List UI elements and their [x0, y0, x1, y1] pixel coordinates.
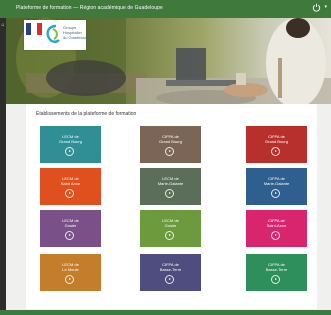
tile-label-line2: Grand Bourg: [59, 139, 82, 144]
play-icon[interactable]: [65, 275, 74, 284]
play-icon[interactable]: [165, 147, 174, 156]
tile-label-line2: Le Moule: [62, 267, 79, 272]
bottom-bar: [0, 310, 331, 315]
establishment-tile[interactable]: LECM de Gosier: [140, 210, 201, 247]
chevron-down-icon[interactable]: ▾: [324, 4, 327, 10]
republic-flag-icon: [26, 23, 42, 35]
tile-label-line2: Basse-Terre: [159, 267, 182, 272]
play-icon[interactable]: [271, 275, 280, 284]
play-icon[interactable]: [65, 189, 74, 198]
establishment-tile[interactable]: LECM de Saint Anne: [40, 168, 101, 205]
establishment-tile[interactable]: CIFPA de Basse-Terre: [246, 254, 307, 291]
play-icon[interactable]: [65, 231, 74, 240]
play-icon[interactable]: [271, 147, 280, 156]
establishment-tile[interactable]: CIFPA de Grand Bourg: [246, 126, 307, 163]
tile-label-line2: Grand Bourg: [159, 139, 182, 144]
establishment-tile[interactable]: LECM de Gosier: [40, 210, 101, 247]
establishment-tile[interactable]: LECM de Marie-Galante: [140, 168, 201, 205]
logo-swirl-icon: [46, 24, 60, 43]
tile-label-line2: Grand Bourg: [265, 139, 288, 144]
establishment-tile[interactable]: CIFPA de Basse-Terre: [140, 254, 201, 291]
play-icon[interactable]: [65, 147, 74, 156]
tile-label-line2: Basse-Terre: [265, 267, 288, 272]
establishment-tile[interactable]: CIFPA de Grand Bourg: [140, 126, 201, 163]
establishment-tile[interactable]: CIFPA de Saint-Anne: [246, 210, 307, 247]
play-icon[interactable]: [271, 189, 280, 198]
play-icon[interactable]: [165, 189, 174, 198]
main-panel: Établissements de la plateforme de forma…: [26, 104, 317, 309]
top-bar: Plateforme de formation — Région académi…: [0, 0, 331, 18]
play-icon[interactable]: [165, 275, 174, 284]
play-icon[interactable]: [165, 231, 174, 240]
app-title: Plateforme de formation — Région académi…: [16, 5, 163, 11]
establishment-tile[interactable]: LECM de Grand Bourg: [40, 126, 101, 163]
power-icon[interactable]: [312, 3, 321, 12]
play-icon[interactable]: [271, 231, 280, 240]
establishment-tile[interactable]: CIFPA de Marie-Galante: [246, 168, 307, 205]
tile-label-line2: Marie-Galante: [263, 181, 290, 186]
establishment-tile[interactable]: LECM de Le Moule: [40, 254, 101, 291]
tile-label-line2: Saint-Anne: [266, 223, 287, 228]
tile-label-line2: Gosier: [64, 223, 77, 228]
section-title: Établissements de la plateforme de forma…: [36, 111, 137, 117]
logo[interactable]: Groupe Hospitalier du Guadeloupe: [24, 20, 91, 50]
logo-text: Groupe Hospitalier du Guadeloupe: [63, 25, 91, 40]
tile-label-line2: Gosier: [164, 223, 177, 228]
tile-label-line2: Marie-Galante: [157, 181, 184, 186]
tile-label-line2: Saint Anne: [60, 181, 81, 186]
